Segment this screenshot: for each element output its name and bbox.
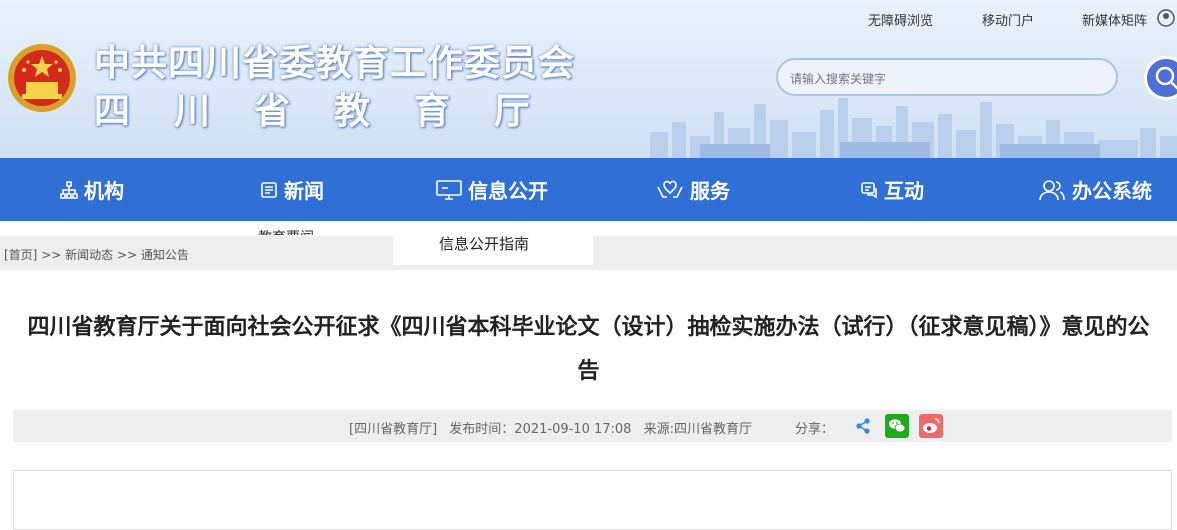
nav-label: 办公系统	[1072, 179, 1152, 203]
nav-item-interaction[interactable]: 互动	[860, 158, 924, 221]
publish-time: 发布时间：2021-09-10 17:08	[449, 422, 632, 437]
top-links: 无障碍浏览 移动门户 新媒体矩阵	[860, 8, 1177, 32]
dropdown-item-guide[interactable]: 信息公开指南	[439, 233, 529, 254]
users-icon	[1039, 179, 1065, 200]
main-nav: 机构 新闻 信息公开 服务 互动 办公系统	[0, 158, 1177, 221]
article-meta-bar: [四川省教育厅] 发布时间：2021-09-10 17:08 来源:四川省教育厅…	[13, 410, 1172, 442]
nav-item-office-system[interactable]: 办公系统	[1038, 158, 1152, 221]
site-header: 中共四川省委教育工作委员会 四川省教育厅 无障碍浏览 移动门户 新媒体矩阵	[0, 0, 1177, 158]
submenu-ghost-text: 教育要闻	[258, 227, 314, 235]
breadcrumb-separator: >>	[37, 248, 66, 262]
search-input[interactable]	[788, 68, 1112, 90]
source-tag: [四川省教育厅]	[349, 422, 438, 437]
monitor-icon	[436, 179, 462, 200]
nav-label: 信息公开	[468, 179, 548, 203]
nav-item-service[interactable]: 服务	[656, 158, 730, 221]
info-disclosure-dropdown: 信息公开指南	[393, 221, 593, 265]
article-source: 来源:四川省教育厅	[643, 422, 752, 437]
weibo-icon[interactable]	[919, 414, 943, 438]
new-media-icon[interactable]	[1156, 8, 1176, 32]
nav-label: 互动	[884, 179, 924, 203]
city-skyline-image	[650, 98, 1177, 158]
wechat-icon[interactable]	[885, 414, 909, 438]
nav-item-info-disclosure[interactable]: 信息公开	[436, 158, 548, 221]
chat-icon	[861, 181, 877, 198]
search-box	[776, 58, 1118, 96]
share-icon[interactable]	[851, 414, 875, 438]
new-media-link[interactable]: 新媒体矩阵	[1082, 10, 1147, 29]
breadcrumb-separator: >>	[113, 248, 141, 262]
share-label: 分享：	[795, 422, 835, 437]
breadcrumb-home[interactable]: [首页]	[4, 248, 37, 262]
site-title-primary: 中共四川省委教育工作委员会	[94, 43, 576, 84]
national-emblem-logo	[8, 44, 76, 112]
site-title-secondary: 四川省教育厅	[94, 91, 575, 132]
search-icon	[1155, 66, 1177, 90]
nav-label: 服务	[690, 179, 730, 203]
breadcrumb-notices[interactable]: 通知公告	[141, 248, 189, 262]
nav-item-news[interactable]: 新闻	[260, 158, 324, 221]
search-button[interactable]	[1144, 56, 1177, 100]
nav-item-org[interactable]: 机构	[60, 158, 124, 221]
mobile-portal-link[interactable]: 移动门户	[982, 10, 1034, 29]
org-chart-icon	[60, 180, 78, 199]
article-title: 四川省教育厅关于面向社会公开征求《四川省本科毕业论文（设计）抽检实施办法（试行）…	[27, 315, 1150, 384]
nav-label: 新闻	[284, 179, 324, 203]
article-content	[13, 470, 1172, 530]
breadcrumb-news[interactable]: 新闻动态	[65, 248, 113, 262]
accessibility-link[interactable]: 无障碍浏览	[868, 10, 933, 29]
newspaper-icon	[261, 181, 277, 198]
article-meta: [四川省教育厅] 发布时间：2021-09-10 17:08 来源:四川省教育厅	[349, 418, 760, 437]
nav-label: 机构	[84, 179, 124, 203]
hands-icon	[657, 180, 683, 198]
